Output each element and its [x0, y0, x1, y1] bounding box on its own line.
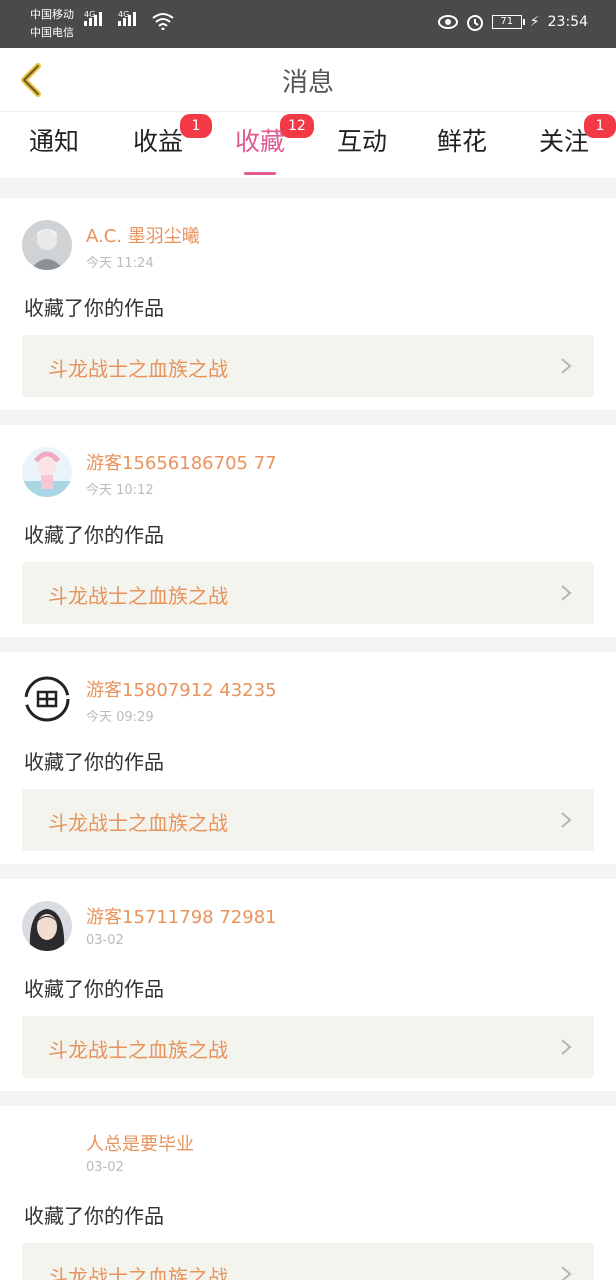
work-link[interactable]: 斗龙战士之血族之战	[22, 335, 594, 397]
active-tab-indicator	[244, 172, 276, 175]
work-title: 斗龙战士之血族之战	[48, 357, 228, 381]
avatar[interactable]	[22, 220, 72, 270]
list-item: 游客15807912 43235 今天 09:29 收藏了你的作品 斗龙战士之血…	[0, 652, 616, 864]
work-title: 斗龙战士之血族之战	[48, 584, 228, 608]
username[interactable]: 人总是要毕业	[86, 1130, 194, 1156]
list-item: A.C. 墨羽尘曦 今天 11:24 收藏了你的作品 斗龙战士之血族之战	[0, 198, 616, 410]
tab-notifications[interactable]: 通知	[4, 122, 104, 164]
timestamp: 03-02	[86, 1160, 124, 1175]
tab-following[interactable]: 关注 1	[514, 114, 616, 164]
charging-icon: ⚡	[529, 14, 540, 30]
tab-flowers[interactable]: 鲜花	[412, 122, 512, 164]
chevron-right-icon	[561, 585, 572, 601]
tab-interactions[interactable]: 互动	[312, 122, 412, 164]
avatar[interactable]	[22, 1128, 72, 1178]
signal-1-icon: 4G	[84, 10, 102, 26]
timestamp: 今天 10:12	[86, 483, 154, 498]
signal-2-icon: 4G	[118, 10, 136, 26]
list-item: 游客15711798 72981 03-02 收藏了你的作品 斗龙战士之血族之战	[0, 879, 616, 1091]
action-text: 收藏了你的作品	[24, 296, 164, 320]
page-title: 消息	[281, 68, 334, 98]
tab-bar: 通知 收益 1 收藏 12 互动 鲜花 关注 1	[0, 112, 616, 178]
list-item: 人总是要毕业 03-02 收藏了你的作品 斗龙战士之血族之战	[0, 1106, 616, 1280]
username[interactable]: 游客15807912 43235	[86, 676, 277, 702]
carrier-2: 中国电信	[30, 26, 74, 39]
battery-icon: 71	[491, 15, 525, 29]
tab-label: 鲜花	[436, 127, 487, 156]
timestamp: 03-02	[86, 933, 124, 948]
username[interactable]: 游客15711798 72981	[86, 903, 277, 929]
chevron-right-icon	[561, 1039, 572, 1055]
work-title: 斗龙战士之血族之战	[48, 811, 228, 835]
tab-label: 关注	[538, 127, 589, 156]
avatar[interactable]	[22, 901, 72, 951]
username[interactable]: A.C. 墨羽尘曦	[86, 222, 200, 248]
work-title: 斗龙战士之血族之战	[48, 1265, 228, 1280]
action-text: 收藏了你的作品	[24, 750, 164, 774]
status-bar: 中国移动 中国电信 4G 4G 71 ⚡ 23:54	[0, 0, 616, 48]
battery-level: 71	[500, 16, 514, 27]
unread-badge: 1	[584, 114, 616, 138]
clock-time: 23:54	[547, 14, 588, 30]
tab-label: 互动	[336, 127, 387, 156]
chevron-right-icon	[561, 1266, 572, 1280]
carrier-1: 中国移动	[30, 8, 74, 21]
network-2-label: 4G	[118, 10, 130, 19]
unread-badge: 12	[280, 114, 314, 138]
timestamp: 今天 09:29	[86, 710, 154, 725]
action-text: 收藏了你的作品	[24, 1204, 164, 1228]
action-text: 收藏了你的作品	[24, 977, 164, 1001]
work-link[interactable]: 斗龙战士之血族之战	[22, 562, 594, 624]
work-link[interactable]: 斗龙战士之血族之战	[22, 1016, 594, 1078]
action-text: 收藏了你的作品	[24, 523, 164, 547]
tab-label: 收藏	[234, 127, 285, 156]
work-title: 斗龙战士之血族之战	[48, 1038, 228, 1062]
chevron-right-icon	[561, 358, 572, 374]
network-1-label: 4G	[84, 10, 96, 19]
avatar[interactable]	[22, 674, 72, 724]
timestamp: 今天 11:24	[86, 256, 154, 271]
tab-favorites[interactable]: 收藏 12	[210, 114, 314, 175]
tab-earnings[interactable]: 收益 1	[108, 114, 212, 164]
unread-badge: 1	[180, 114, 212, 138]
list-item: 游客15656186705 77 今天 10:12 收藏了你的作品 斗龙战士之血…	[0, 425, 616, 637]
header: 消息	[0, 48, 616, 112]
chevron-right-icon	[561, 812, 572, 828]
carrier-info: 中国移动 中国电信	[30, 6, 74, 42]
wifi-icon	[152, 13, 174, 30]
tab-label: 通知	[28, 127, 79, 156]
eye-icon	[437, 15, 458, 29]
username[interactable]: 游客15656186705 77	[86, 449, 277, 475]
avatar[interactable]	[22, 447, 72, 497]
alarm-icon	[466, 15, 483, 31]
tab-label: 收益	[132, 127, 183, 156]
work-link[interactable]: 斗龙战士之血族之战	[22, 789, 594, 851]
work-link[interactable]: 斗龙战士之血族之战	[22, 1243, 594, 1280]
